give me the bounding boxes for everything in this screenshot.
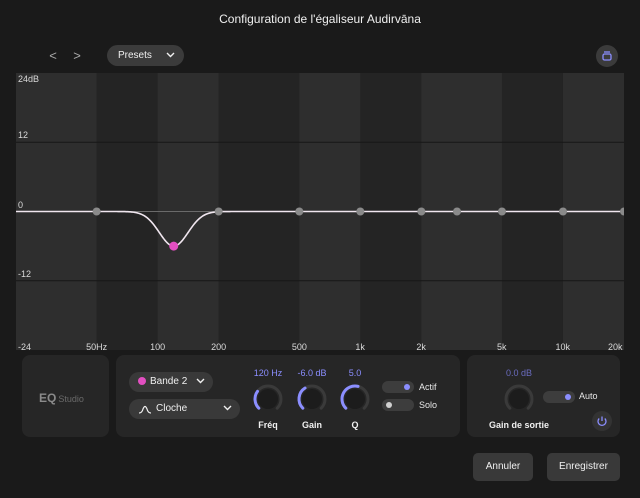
filter-type-label: Cloche [156,403,188,414]
auto-toggle[interactable] [543,391,575,403]
band-node[interactable] [497,207,506,216]
filter-type-select[interactable]: Cloche [129,399,240,419]
q-value: 5.0 [348,368,362,378]
eq-graph-canvas [16,73,624,350]
toggle-knob [565,394,571,400]
x-axis-label: 2k [416,342,426,352]
output-gain-value: 0.0 dB [505,368,533,378]
toolbar: < > Presets [0,40,640,72]
x-axis-label: 200 [211,342,227,352]
x-axis-label: 100 [150,342,166,352]
cancel-button[interactable]: Annuler [473,453,533,481]
y-axis-label: 24dB [18,74,40,84]
x-axis-label: 5k [496,342,507,352]
eq-studio-panel: EQ Studio [22,355,109,437]
output-gain-knob[interactable] [502,382,536,416]
y-axis-label: 0 [18,199,24,210]
eq-studio-logo: EQ Studio [39,391,84,405]
actif-label: Actif [419,382,437,392]
band-node[interactable] [92,207,101,216]
x-axis-label: 1k [355,342,365,352]
forward-button[interactable]: > [69,48,85,64]
chevron-down-icon [196,378,205,384]
band-select-label: Bande 2 [150,376,188,387]
toggle-knob [386,402,392,408]
toggle-knob [404,384,410,390]
output-power-button[interactable] [592,411,612,431]
eq-graph[interactable]: 24dB 12 0 -12 -24 50Hz 100 200 500 1k 2k 5k 10k 20k [16,73,624,352]
knob-body [509,389,529,409]
knob-body [258,389,278,409]
save-button[interactable]: Enregistrer [547,453,620,481]
freq-knob[interactable] [251,382,285,416]
output-panel: 0.0 dB Gain de sortie Auto [467,355,620,437]
band-node[interactable] [558,207,567,216]
bell-curve-icon [138,405,152,414]
chevron-down-icon [166,52,175,58]
band-select[interactable]: Bande 2 [129,372,213,392]
solo-label: Solo [419,400,438,410]
output-gain-label: Gain de sortie [488,420,550,430]
knob-body [345,389,365,409]
band-node[interactable] [295,207,304,216]
stack-icon [602,51,612,61]
band-node[interactable] [417,207,426,216]
chevron-down-icon [223,405,232,411]
solo-toggle[interactable] [382,399,414,411]
y-axis-label: 12 [18,130,29,141]
power-icon [597,416,607,426]
gain-knob[interactable] [295,382,329,416]
logo-studio-text: Studio [58,394,84,404]
x-axis-label: 20k [608,342,623,352]
back-button[interactable]: < [45,48,61,64]
x-axis-label: 50Hz [86,342,108,352]
x-axis-label: 10k [555,342,570,352]
freq-label: Fréq [258,420,278,430]
q-knob[interactable] [338,382,372,416]
q-label: Q [351,420,359,430]
eq-layers-button[interactable] [596,45,618,67]
band-color-dot [138,377,146,385]
band-node[interactable] [214,207,223,216]
x-axis-label: -24 [18,342,32,352]
freq-value: 120 Hz [253,368,283,378]
y-axis-label: -12 [18,268,32,279]
window-title: Configuration de l'égaliseur Audirvāna [219,12,421,26]
knob-body [302,389,322,409]
presets-label: Presets [118,50,152,61]
band-node[interactable] [356,207,365,216]
logo-eq-text: EQ [39,391,57,405]
actif-toggle[interactable] [382,381,414,393]
presets-dropdown[interactable]: Presets [107,45,184,66]
auto-label: Auto [579,391,598,401]
band-node[interactable] [453,207,462,216]
band-node-selected[interactable] [169,241,179,251]
band-panel: Bande 2 Cloche 120 Hz Fréq -6.0 dB Gain … [116,355,460,437]
x-axis-label: 500 [291,342,307,352]
